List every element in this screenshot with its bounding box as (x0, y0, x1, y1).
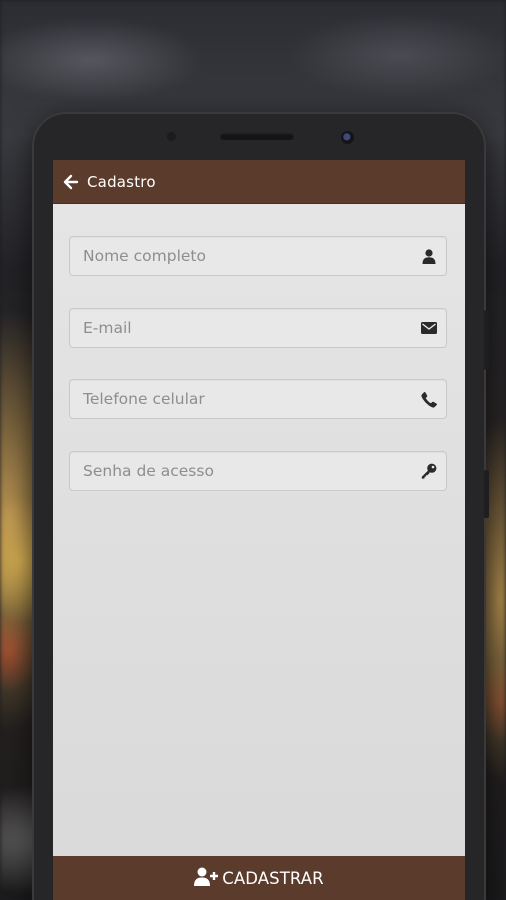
envelope-icon (420, 320, 437, 337)
sensor-dot (167, 132, 176, 141)
email-field (69, 307, 447, 348)
access-password-field (69, 450, 447, 491)
back-button[interactable]: Cadastro (63, 173, 156, 191)
power-button (484, 470, 489, 518)
email-input[interactable] (70, 308, 446, 347)
phone-icon (420, 391, 437, 408)
app-bar: Cadastro (53, 160, 465, 204)
mobile-phone-field (69, 379, 447, 419)
key-icon (420, 463, 437, 480)
mobile-phone-input[interactable] (70, 380, 446, 418)
front-camera (341, 131, 354, 144)
arrow-left-icon (63, 174, 79, 190)
earpiece-speaker (220, 133, 294, 140)
user-icon (420, 248, 437, 265)
app-screen: Cadastro Nome completo E-mail Telefone c… (53, 160, 465, 900)
register-button-label: CADASTRAR (222, 868, 324, 888)
volume-button (484, 310, 489, 370)
full-name-field (69, 236, 447, 276)
register-button[interactable]: CADASTRAR (53, 856, 465, 900)
password-input[interactable] (70, 451, 446, 490)
user-plus-icon (194, 867, 219, 890)
registration-form (53, 204, 465, 491)
page-title: Cadastro (87, 172, 156, 191)
full-name-input[interactable] (70, 237, 446, 275)
